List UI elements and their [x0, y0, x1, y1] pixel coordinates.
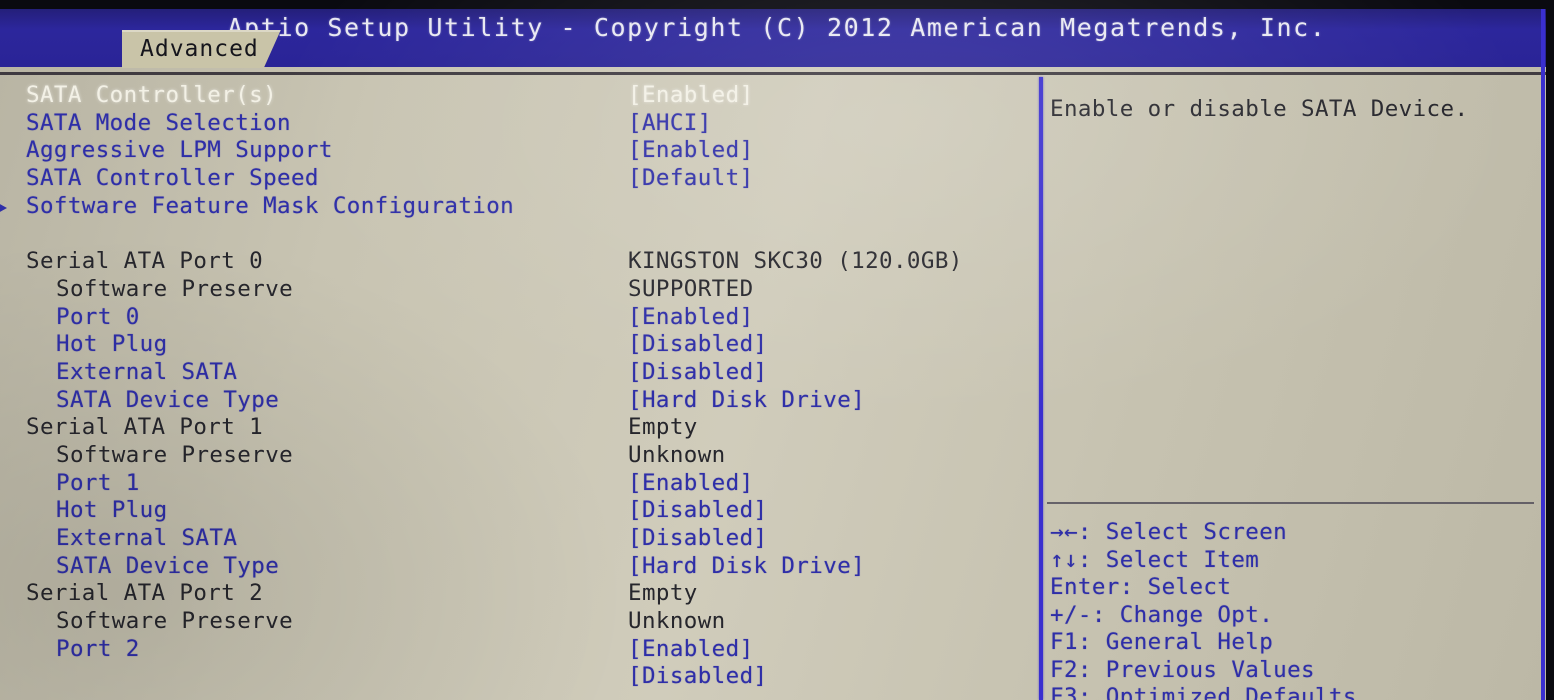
- setting-label: SATA Device Type: [56, 386, 280, 413]
- setting-label: Serial ATA Port 2: [26, 580, 264, 607]
- setting-label: Software Preserve: [56, 275, 294, 302]
- setting-label: Hot Plug: [56, 331, 168, 358]
- settings-list: SATA Controller(s) [Enabled] SATA Mode Sel…: [0, 82, 1036, 700]
- setting-value[interactable]: SUPPORTED: [628, 276, 754, 304]
- setting-value[interactable]: KINGSTON SKC30 (120.0GB): [628, 248, 963, 276]
- key-legend-item: ↑↓: Select Item: [1050, 547, 1544, 575]
- key-legend-action: : Select Screen: [1077, 519, 1288, 545]
- settings-row[interactable]: Port 1 [Enabled]: [0, 470, 1036, 498]
- setting-label: Port 2: [56, 635, 140, 662]
- setting-value[interactable]: [AHCI]: [628, 110, 712, 138]
- setting-value[interactable]: [Enabled]: [628, 304, 754, 332]
- setting-value[interactable]: Empty: [628, 580, 698, 608]
- settings-row[interactable]: Hot Plug [Disabled]: [0, 497, 1036, 525]
- key-legend-item: F3: Optimized Defaults: [1050, 684, 1544, 700]
- setting-label: SATA Mode Selection: [26, 109, 291, 136]
- setting-label: Software Preserve: [56, 608, 294, 635]
- setting-label: Port 1: [56, 469, 140, 496]
- screen-right-letterbox: [1546, 0, 1554, 700]
- key-legend-action: : Select Item: [1077, 546, 1260, 573]
- pane-divider: [1039, 77, 1043, 700]
- body-top-rule: [0, 72, 1554, 75]
- setting-value[interactable]: [Default]: [628, 165, 754, 193]
- key-legend-action: : General Help: [1077, 629, 1274, 655]
- setting-label: Hot Plug: [56, 497, 168, 524]
- key-legend-key: F1: [1050, 629, 1078, 655]
- setting-value[interactable]: Unknown: [628, 442, 726, 470]
- settings-row[interactable]: SATA Device Type [Hard Disk Drive]: [0, 553, 1036, 581]
- bios-setup-screen: Aptio Setup Utility - Copyright (C) 2012…: [0, 0, 1554, 700]
- key-legend-item: F1: General Help: [1050, 629, 1544, 657]
- setting-value[interactable]: [Disabled]: [628, 359, 767, 387]
- setting-value[interactable]: [Disabled]: [628, 525, 767, 553]
- key-legend-key: →←: [1050, 519, 1078, 545]
- setting-label: Software Preserve: [56, 441, 294, 468]
- key-legend-action: : Change Opt.: [1091, 601, 1274, 628]
- setting-value[interactable]: [Enabled]: [628, 636, 754, 664]
- setting-value[interactable]: Empty: [628, 414, 698, 442]
- key-legend-item: Enter: Select: [1050, 574, 1544, 602]
- key-legend-item: +/-: Change Opt.: [1050, 602, 1544, 630]
- key-legend-key: Enter: [1050, 574, 1120, 600]
- key-legend-action: : Select: [1119, 574, 1232, 600]
- settings-row[interactable]: External SATA [Disabled]: [0, 525, 1036, 553]
- key-legend-key: ↑↓: [1050, 546, 1078, 573]
- settings-spacer: [0, 220, 1036, 248]
- settings-row[interactable]: Software Feature Mask Configuration: [0, 193, 1036, 221]
- setting-value[interactable]: [Disabled]: [628, 663, 767, 691]
- key-legend-item: →←: Select Screen: [1050, 519, 1544, 547]
- setting-value[interactable]: [Hard Disk Drive]: [628, 387, 865, 415]
- setting-label: Software Feature Mask Configuration: [26, 192, 515, 219]
- key-legend-action: : Optimized Defaults: [1077, 684, 1357, 700]
- settings-row[interactable]: Hot Plug [Disabled]: [0, 331, 1036, 359]
- setting-label: External SATA: [56, 525, 238, 551]
- setting-label: SATA Controller(s): [26, 82, 278, 108]
- setting-label: SATA Device Type: [56, 552, 280, 579]
- settings-row[interactable]: SATA Mode Selection [AHCI]: [0, 110, 1036, 138]
- setting-value[interactable]: [Disabled]: [628, 331, 767, 359]
- settings-row[interactable]: SATA Device Type [Hard Disk Drive]: [0, 387, 1036, 415]
- tab-advanced[interactable]: Advanced: [122, 30, 281, 68]
- settings-row[interactable]: SATA Controller(s) [Enabled]: [0, 82, 1036, 110]
- help-pane: Enable or disable SATA Device. →←: Selec…: [1047, 82, 1547, 700]
- submenu-arrow-icon: [0, 201, 7, 214]
- settings-row[interactable]: Software Preserve SUPPORTED: [0, 276, 1036, 304]
- setting-value[interactable]: [Hard Disk Drive]: [628, 553, 865, 581]
- key-legend-list: →←: Select Screen ↑↓: Select Item Enter: S…: [1050, 519, 1544, 700]
- settings-row[interactable]: [Disabled]: [0, 663, 1036, 691]
- key-legend-item: F2: Previous Values: [1050, 657, 1544, 685]
- help-text: Enable or disable SATA Device.: [1050, 96, 1469, 122]
- main-body: SATA Controller(s) [Enabled] SATA Mode Sel…: [0, 67, 1554, 700]
- settings-row[interactable]: Software Preserve Unknown: [0, 608, 1036, 636]
- setting-label: Serial ATA Port 1: [26, 414, 264, 441]
- settings-row[interactable]: Aggressive LPM Support [Enabled]: [0, 137, 1036, 165]
- setting-value[interactable]: [Disabled]: [628, 497, 767, 525]
- key-legend-action: : Previous Values: [1077, 656, 1315, 683]
- help-keys-divider: [1047, 502, 1534, 504]
- setting-label: External SATA: [56, 358, 238, 385]
- setting-label: SATA Controller Speed: [26, 165, 319, 192]
- key-legend-key: F3: [1050, 684, 1078, 700]
- settings-row[interactable]: Serial ATA Port 2 Empty: [0, 580, 1036, 608]
- settings-row[interactable]: Port 0 [Enabled]: [0, 304, 1036, 332]
- setting-value[interactable]: Unknown: [628, 608, 726, 636]
- settings-row[interactable]: Serial ATA Port 1 Empty: [0, 414, 1036, 442]
- key-legend-key: +/-: [1050, 601, 1092, 628]
- settings-row[interactable]: Serial ATA Port 0 KINGSTON SKC30 (120.0GB…: [0, 248, 1036, 276]
- key-legend-key: F2: [1050, 656, 1078, 683]
- setting-label: Port 0: [56, 303, 140, 330]
- setting-label: Aggressive LPM Support: [26, 137, 333, 164]
- settings-row[interactable]: External SATA [Disabled]: [0, 359, 1036, 387]
- setting-label: Serial ATA Port 0: [26, 248, 264, 275]
- setting-value[interactable]: [Enabled]: [628, 470, 754, 498]
- setting-value[interactable]: [Enabled]: [628, 82, 754, 110]
- screen-top-letterbox: [0, 0, 1554, 9]
- settings-row[interactable]: Port 2 [Enabled]: [0, 636, 1036, 664]
- setting-value[interactable]: [Enabled]: [628, 137, 754, 165]
- screen-right-blue-edge: [1541, 9, 1545, 700]
- settings-row[interactable]: Software Preserve Unknown: [0, 442, 1036, 470]
- settings-row[interactable]: SATA Controller Speed [Default]: [0, 165, 1036, 193]
